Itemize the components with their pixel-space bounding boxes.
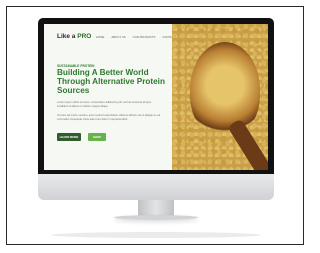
logo-pro-text: PRO bbox=[77, 33, 92, 40]
site-logo[interactable]: Like a PRO bbox=[57, 33, 91, 40]
hero-paragraph-2: Ut enim ad minim veniam, quis nostrud ex… bbox=[57, 114, 161, 121]
hero-image bbox=[172, 24, 268, 170]
imac-mockup: Like a PRO HOME ABOUT US OUR PRODUCTS CO… bbox=[38, 18, 274, 224]
top-navigation: HOME ABOUT US OUR PRODUCTS CONTACT bbox=[96, 35, 176, 39]
shop-button[interactable]: SHOP bbox=[88, 133, 106, 141]
monitor-chin bbox=[38, 174, 274, 200]
nav-item-products[interactable]: OUR PRODUCTS bbox=[133, 35, 156, 39]
monitor-foot bbox=[114, 215, 198, 220]
screen-bezel: Like a PRO HOME ABOUT US OUR PRODUCTS CO… bbox=[38, 18, 274, 174]
wooden-spoon-image bbox=[190, 42, 260, 138]
hero-left-panel: Like a PRO HOME ABOUT US OUR PRODUCTS CO… bbox=[44, 24, 176, 170]
logo-text: Like a bbox=[57, 33, 76, 40]
learn-more-button[interactable]: LEARN MORE bbox=[57, 133, 81, 141]
monitor-stand bbox=[138, 200, 174, 216]
monitor-shadow bbox=[51, 232, 261, 238]
website-screen: Like a PRO HOME ABOUT US OUR PRODUCTS CO… bbox=[44, 24, 268, 170]
nav-item-about[interactable]: ABOUT US bbox=[111, 35, 125, 39]
nav-item-home[interactable]: HOME bbox=[96, 35, 104, 39]
hero-headline: Building A Better World Through Alternat… bbox=[57, 68, 165, 95]
hero-paragraph-1: Lorem ipsum dolor sit amet, consectetur … bbox=[57, 101, 152, 108]
